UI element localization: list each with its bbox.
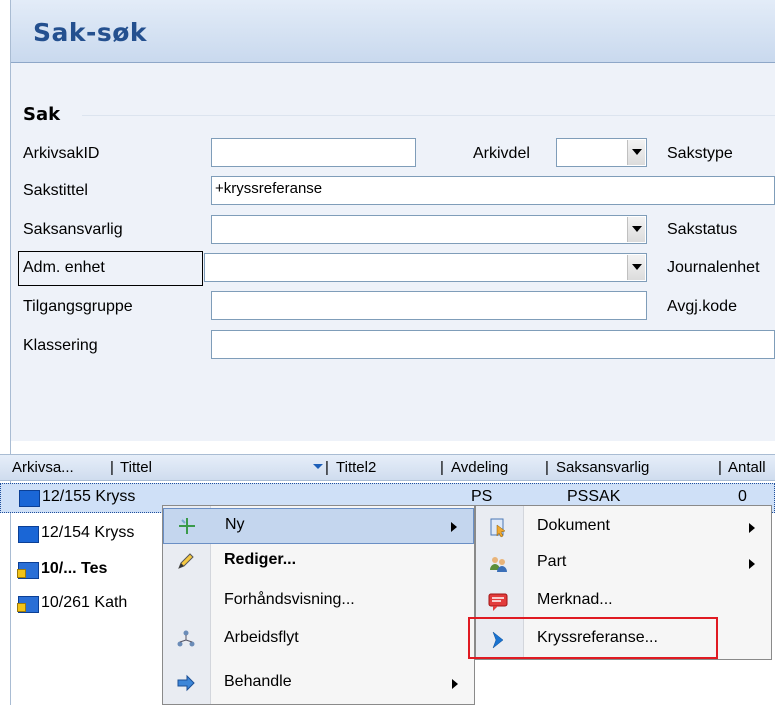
column-header-saksansvarlig[interactable]: Saksansvarlig	[556, 459, 649, 476]
workflow-icon	[177, 630, 195, 647]
submenu-item-part[interactable]: Part	[476, 546, 771, 582]
column-header-tittel2[interactable]: Tittel2	[336, 459, 376, 476]
comment-icon	[488, 593, 508, 611]
grid-header: Arkivsa... | Tittel | Tittel2 | Avdeling…	[0, 454, 775, 481]
column-header-antall[interactable]: Antall	[728, 459, 766, 476]
row-id: 10/... Tes	[41, 560, 108, 577]
context-menu: Ny Rediger... Forhåndsvisning... Arbeids…	[162, 505, 475, 705]
tilgangsgruppe-input[interactable]	[211, 291, 647, 320]
submenu-arrow-icon	[749, 559, 755, 569]
highlight-annotation	[468, 617, 718, 659]
process-arrow-icon	[177, 674, 195, 692]
tilgangsgruppe-label: Tilgangsgruppe	[23, 298, 133, 315]
menu-item-ny[interactable]: Ny	[163, 508, 474, 544]
chevron-down-icon[interactable]	[627, 140, 645, 165]
new-icon	[179, 518, 195, 534]
arkivsakid-input[interactable]	[211, 138, 416, 167]
menu-item-forhandsvisning[interactable]: Forhåndsvisning...	[163, 584, 474, 620]
folder-icon	[18, 526, 39, 543]
row-avdeling: PS	[471, 488, 493, 505]
sort-descending-icon[interactable]	[313, 464, 323, 469]
submenu-arrow-icon	[749, 523, 755, 533]
row-saksansvarlig: PSSAK	[567, 488, 621, 505]
document-icon	[490, 518, 506, 538]
arkivsakid-label: ArkivsakID	[23, 145, 100, 162]
folder-icon	[19, 490, 40, 507]
locked-folder-icon	[17, 596, 39, 613]
sakstatus-label: Sakstatus	[667, 221, 738, 238]
column-header-arkivsak[interactable]: Arkivsa...	[12, 459, 74, 476]
klassering-input[interactable]	[211, 330, 775, 359]
avgj-kode-label: Avgj.kode	[667, 298, 737, 315]
locked-folder-icon	[17, 562, 39, 579]
title-bar: Sak-søk	[11, 0, 775, 63]
adm-enhet-select[interactable]	[204, 253, 647, 282]
column-header-avdeling[interactable]: Avdeling	[451, 459, 508, 476]
menu-item-arbeidsflyt[interactable]: Arbeidsflyt	[163, 622, 474, 658]
submenu-arrow-icon	[452, 679, 458, 689]
klassering-label: Klassering	[23, 337, 98, 354]
people-icon	[490, 557, 507, 572]
sakstype-label: Sakstype	[667, 145, 733, 162]
column-header-tittel[interactable]: Tittel	[120, 459, 152, 476]
row-id: 10/261 Kath	[41, 594, 128, 611]
row-antall: 0	[738, 488, 747, 505]
row-id: 12/155 Kryss	[42, 488, 136, 505]
adm-enhet-label: Adm. enhet	[23, 259, 105, 276]
chevron-down-icon[interactable]	[627, 217, 645, 242]
sakstittel-input[interactable]: +kryssreferanse	[211, 176, 775, 205]
menu-item-behandle[interactable]: Behandle	[163, 666, 474, 702]
chevron-down-icon[interactable]	[627, 255, 645, 280]
journalenhet-label: Journalenhet	[667, 259, 760, 276]
submenu-arrow-icon	[451, 522, 457, 532]
submenu-item-dokument[interactable]: Dokument	[476, 510, 771, 546]
sakstittel-label: Sakstittel	[23, 182, 88, 199]
menu-item-rediger[interactable]: Rediger...	[163, 544, 474, 580]
page-title: Sak-søk	[33, 18, 148, 47]
row-id: 12/154 Kryss	[41, 524, 135, 541]
saksansvarlig-select[interactable]	[211, 215, 647, 244]
arkivdel-select[interactable]	[556, 138, 647, 167]
saksansvarlig-label: Saksansvarlig	[23, 221, 123, 238]
arkivdel-label: Arkivdel	[473, 145, 530, 162]
submenu-item-merknad[interactable]: Merknad...	[476, 584, 771, 620]
section-divider	[82, 115, 775, 116]
pencil-icon	[178, 553, 194, 569]
section-title-sak: Sak	[23, 104, 61, 125]
